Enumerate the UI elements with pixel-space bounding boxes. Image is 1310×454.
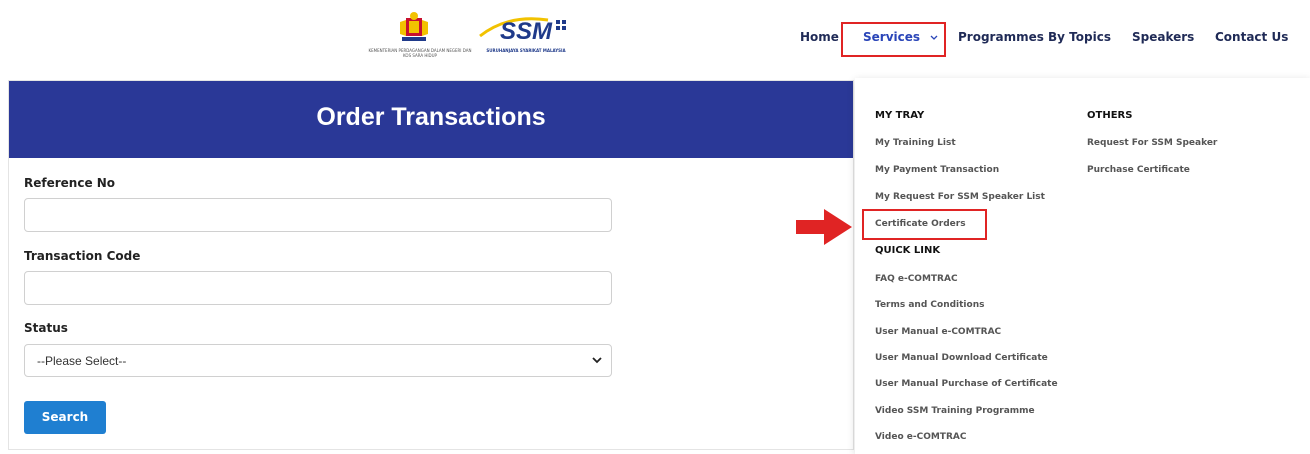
reference-label: Reference No [24, 176, 116, 190]
order-transactions-card: Order Transactions Reference No Transact… [8, 80, 854, 450]
services-dropdown-menu: MY TRAY My Training List My Payment Tran… [855, 78, 1310, 454]
menu-item-my-speaker-request-list[interactable]: My Request For SSM Speaker List [875, 192, 1045, 202]
ssm-caption: SURUHANJAYA SYARIKAT MALAYSIA [486, 48, 566, 53]
top-navbar: KEMENTERIAN PERDAGANGAN DALAM NEGERI DAN… [0, 0, 1310, 78]
others-heading: OTHERS [1087, 110, 1133, 121]
certificate-orders-highlight-box [862, 209, 987, 240]
nav-home[interactable]: Home [800, 30, 839, 44]
logo-group[interactable]: KEMENTERIAN PERDAGANGAN DALAM NEGERI DAN… [366, 8, 576, 66]
menu-item-purchase-certificate[interactable]: Purchase Certificate [1087, 165, 1190, 175]
red-arrow-icon [796, 209, 852, 245]
transaction-code-label: Transaction Code [24, 249, 141, 263]
crest-caption: KEMENTERIAN PERDAGANGAN DALAM NEGERI DAN… [368, 48, 472, 58]
menu-item-my-training-list[interactable]: My Training List [875, 138, 956, 148]
malaysia-crest-logo [400, 12, 428, 41]
ssm-logo: SSM [479, 17, 566, 45]
svg-text:SSM: SSM [500, 18, 553, 45]
menu-item-user-manual[interactable]: User Manual e-COMTRAC [875, 327, 1001, 337]
transaction-code-input[interactable] [24, 271, 612, 305]
services-highlight-box [841, 22, 946, 57]
reference-input[interactable] [24, 198, 612, 232]
menu-item-video-ecomtrac[interactable]: Video e-COMTRAC [875, 432, 966, 442]
chevron-down-icon [592, 357, 602, 364]
menu-item-video-training[interactable]: Video SSM Training Programme [875, 406, 1035, 416]
menu-item-faq[interactable]: FAQ e-COMTRAC [875, 274, 958, 284]
search-button[interactable]: Search [24, 401, 106, 434]
status-select[interactable]: --Please Select-- [24, 344, 612, 377]
menu-item-my-payment-transaction[interactable]: My Payment Transaction [875, 165, 999, 175]
my-tray-heading: MY TRAY [875, 110, 925, 121]
quick-link-heading: QUICK LINK [875, 245, 941, 256]
nav-speakers[interactable]: Speakers [1132, 30, 1194, 44]
page-title: Order Transactions [316, 103, 546, 131]
status-selected-value: --Please Select-- [37, 354, 127, 368]
menu-item-manual-purchase-certificate[interactable]: User Manual Purchase of Certificate [875, 379, 1058, 389]
nav-contact[interactable]: Contact Us [1215, 30, 1288, 44]
menu-item-manual-download-certificate[interactable]: User Manual Download Certificate [875, 353, 1048, 363]
status-label: Status [24, 321, 68, 335]
menu-item-terms[interactable]: Terms and Conditions [875, 300, 984, 310]
menu-item-request-speaker[interactable]: Request For SSM Speaker [1087, 138, 1217, 148]
card-header: Order Transactions [9, 81, 853, 158]
nav-programmes[interactable]: Programmes By Topics [958, 30, 1111, 44]
